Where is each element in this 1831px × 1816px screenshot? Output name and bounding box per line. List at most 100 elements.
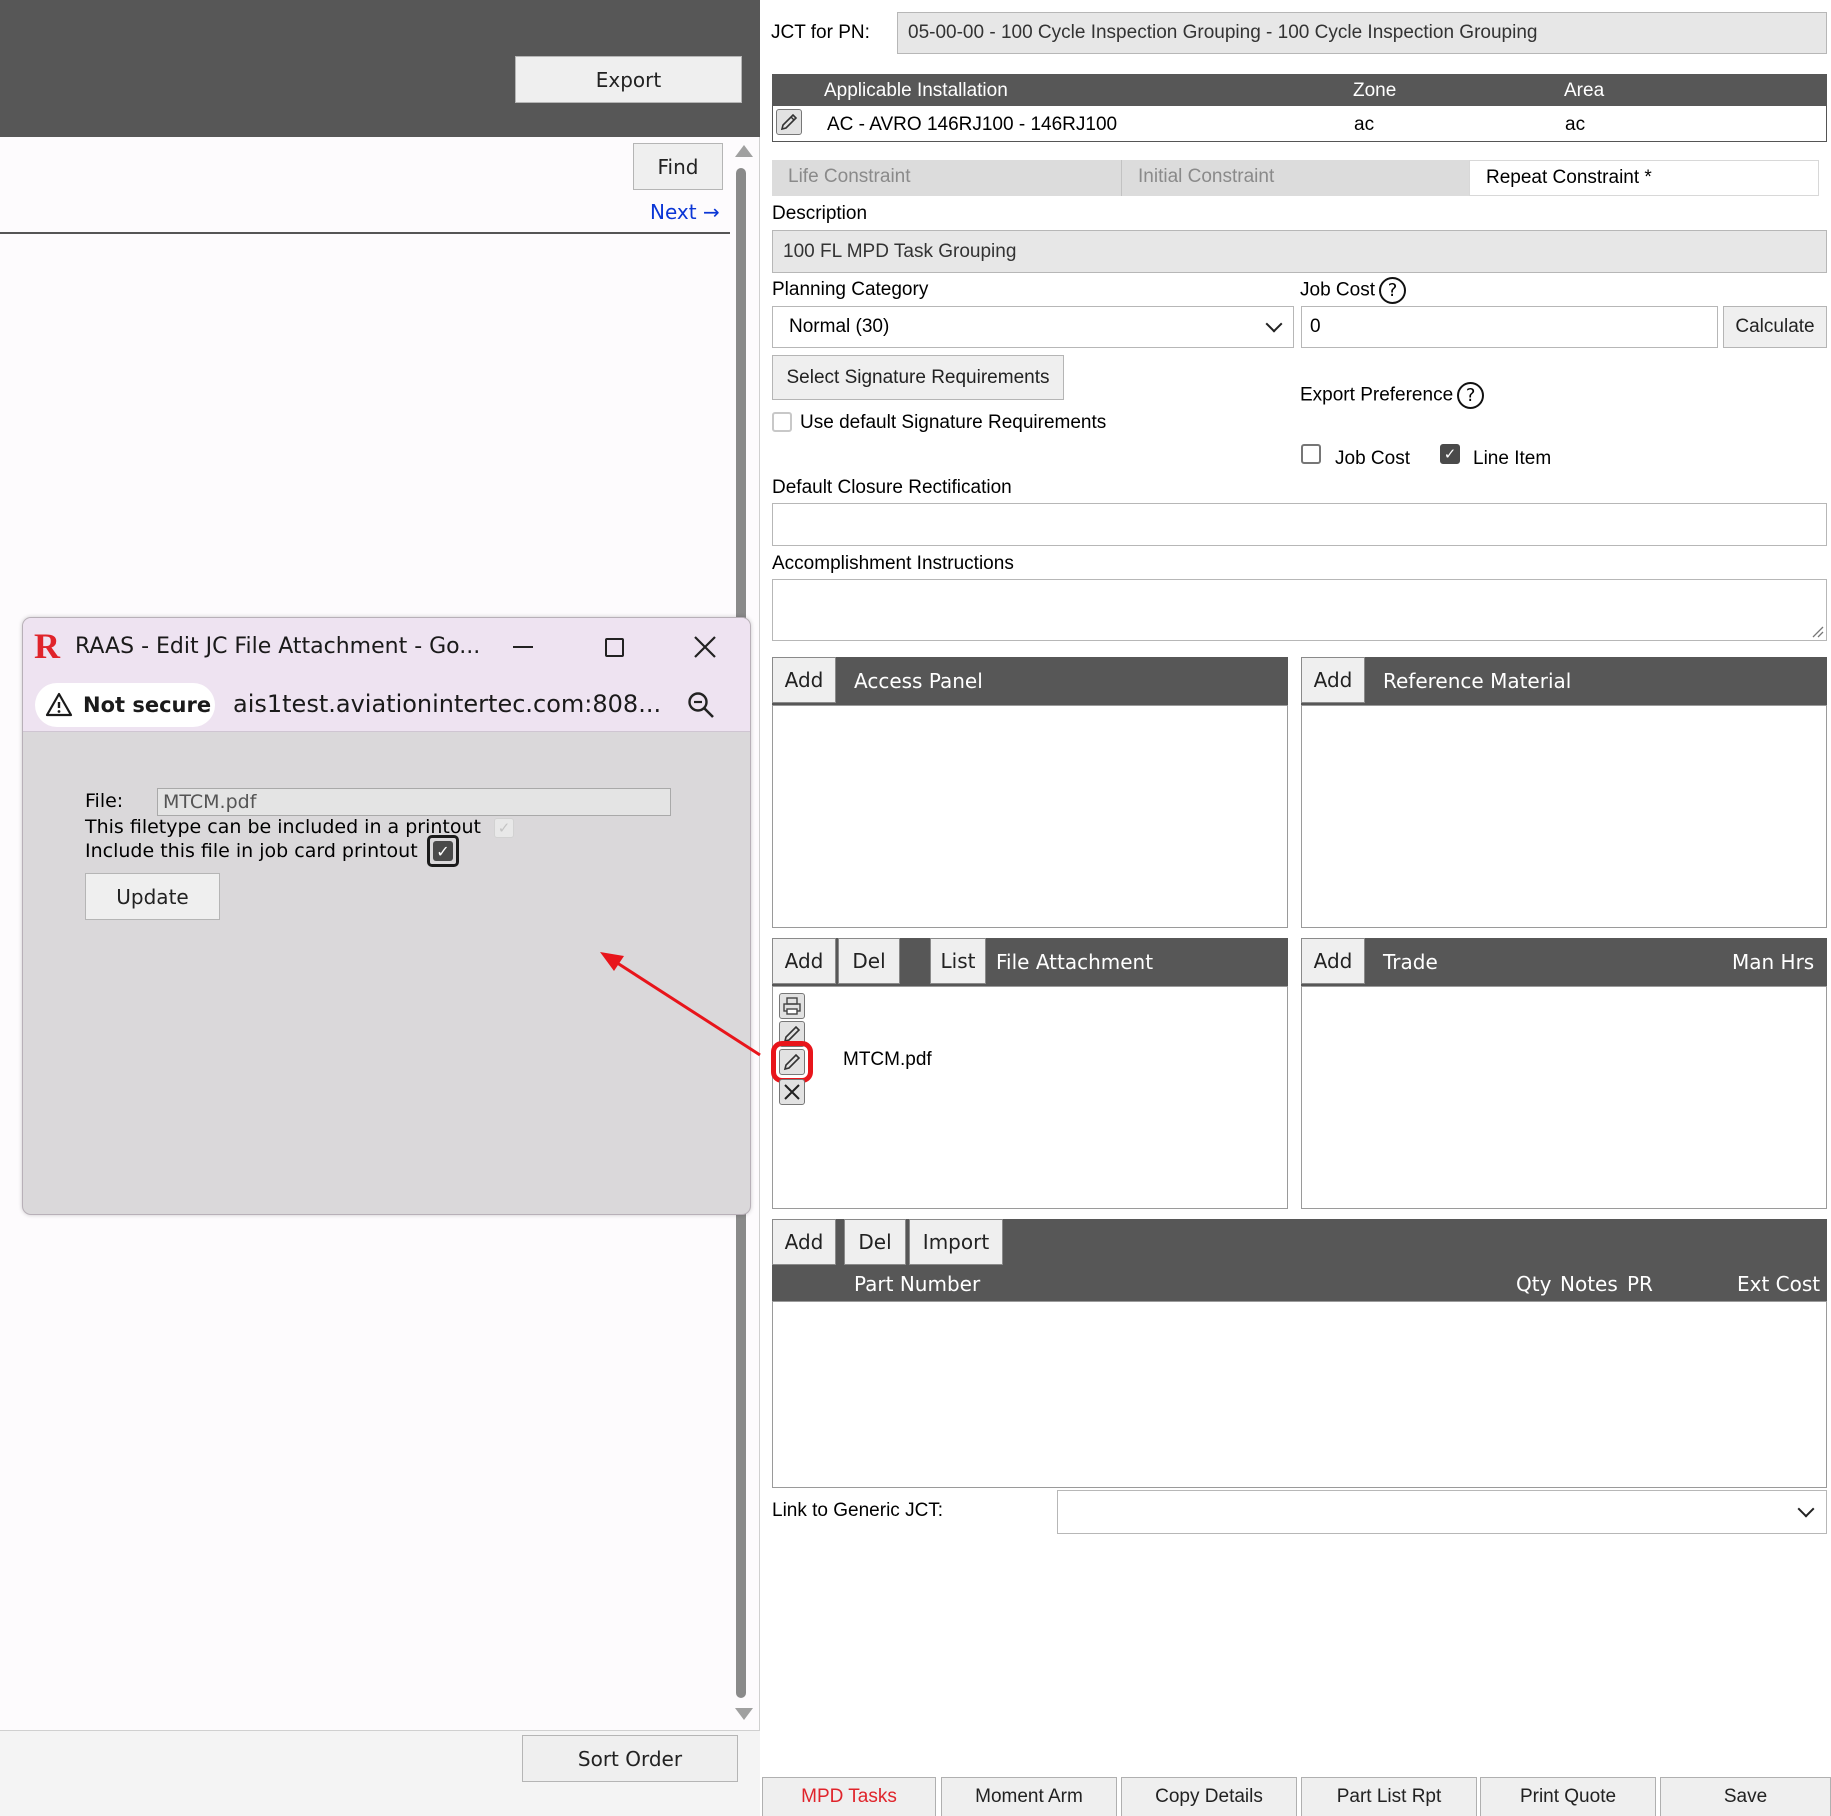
export-button[interactable]: Export [515,56,742,103]
description-label: Description [772,203,868,224]
include-in-printout-checkbox[interactable]: ✓ [427,835,459,867]
job-cost-label: Job Cost [1300,279,1375,301]
file-attachment-del-button[interactable]: Del [838,938,900,984]
edit-pencil-icon[interactable] [779,1021,805,1047]
link-generic-jct-label: Link to Generic JCT: [772,1500,944,1521]
col-area: Area [1564,80,1605,101]
printable-label: This filetype can be included in a print… [85,816,481,838]
edit-attachment-pencil-icon[interactable] [771,1041,813,1083]
planning-category-label: Planning Category [772,279,929,300]
file-attachment-list: MTCM.pdf [771,986,1288,1209]
installation-row[interactable]: AC - AVRO 146RJ100 - 146RJ100 ac ac [772,106,1827,142]
zoom-icon[interactable] [686,690,716,720]
not-secure-label: Not secure [83,693,212,717]
close-icon [694,636,716,658]
update-button[interactable]: Update [85,873,220,920]
col-applicable-installation: Applicable Installation [824,80,1008,101]
export-job-cost-label: Job Cost [1335,448,1410,469]
resize-grip-icon[interactable] [1810,624,1824,638]
sort-order-button[interactable]: Sort Order [522,1735,738,1782]
parts-import-button[interactable]: Import [909,1219,1003,1265]
popup-address-bar: Not secure ais1test.aviationintertec.com… [23,676,750,732]
minimize-button[interactable] [505,630,541,664]
tab-moment-arm[interactable]: Moment Arm [941,1777,1117,1816]
tab-repeat-constraint[interactable]: Repeat Constraint * [1469,160,1819,196]
tab-part-list-rpt[interactable]: Part List Rpt [1301,1777,1477,1816]
export-job-cost-checkbox[interactable] [1301,444,1321,464]
tab-mpd-tasks[interactable]: MPD Tasks [762,1777,936,1816]
link-generic-jct-select[interactable] [1057,1490,1827,1534]
jct-field[interactable]: 05-00-00 - 100 Cycle Inspection Grouping… [897,12,1827,54]
col-pr: PR [1627,1272,1653,1296]
next-link[interactable]: Next → [650,200,720,224]
annotation-arrow-icon [600,952,761,1057]
maximize-button[interactable] [596,630,632,664]
delete-x-icon[interactable] [779,1079,805,1105]
checkmark-icon: ✓ [433,841,453,861]
close-button[interactable] [687,630,723,664]
print-icon[interactable] [779,993,805,1019]
default-signature-label: Use default Signature Requirements [800,412,1107,433]
planning-category-select[interactable]: Normal (30) [772,306,1294,348]
file-attachment-title: File Attachment [996,950,1154,974]
scroll-up-arrow-icon[interactable] [735,145,753,157]
planning-category-value: Normal (30) [789,316,890,337]
popup-title-bar[interactable]: R RAAS - Edit JC File Attachment - Go... [23,618,750,676]
tab-life-constraint[interactable]: Life Constraint [772,160,1121,196]
closure-rectification-label: Default Closure Rectification [772,477,1012,498]
tab-initial-constraint[interactable]: Initial Constraint [1121,160,1469,196]
job-cost-input[interactable]: 0 [1301,306,1718,348]
access-panel-title: Access Panel [854,669,983,693]
attachment-file-name[interactable]: MTCM.pdf [843,1049,932,1071]
trade-list [1301,986,1827,1209]
job-cost-label-wrap: Job Cost? [1300,277,1406,304]
access-panel-add-button[interactable]: Add [772,657,836,703]
col-qty: Qty [1516,1272,1552,1296]
tab-save[interactable]: Save [1660,1777,1831,1816]
reference-material-add-button[interactable]: Add [1301,657,1365,703]
edit-pencil-icon[interactable] [776,109,802,135]
man-hrs-title: Man Hrs [1732,950,1815,974]
file-attachment-add-button[interactable]: Add [772,938,836,984]
parts-list [772,1301,1827,1488]
popup-title: RAAS - Edit JC File Attachment - Go... [75,634,481,659]
tab-copy-details[interactable]: Copy Details [1121,1777,1297,1816]
access-panel-header: Add Access Panel [772,657,1288,705]
parts-del-button[interactable]: Del [844,1219,906,1265]
scroll-down-arrow-icon[interactable] [735,1708,753,1720]
closure-rectification-input[interactable] [772,503,1827,546]
tab-print-quote[interactable]: Print Quote [1480,1777,1656,1816]
select-signature-requirements-button[interactable]: Select Signature Requirements [772,355,1064,400]
col-ext-cost: Ext Cost [1737,1272,1821,1296]
find-button[interactable]: Find [633,143,723,190]
reference-material-header: Add Reference Material [1301,657,1827,705]
parts-header: Add Del Import Part Number Qty Notes PR … [772,1219,1827,1301]
export-line-item-checkbox[interactable]: ✓ [1440,444,1460,464]
export-preference-help-icon[interactable]: ? [1457,382,1485,409]
accomplishment-instructions-textarea[interactable] [772,579,1827,641]
left-divider [0,232,730,234]
export-preference-label: Export Preference [1300,384,1454,406]
description-field[interactable]: 100 FL MPD Task Grouping [772,230,1827,273]
export-preference-label-wrap: Export Preference? [1300,382,1485,409]
parts-add-button[interactable]: Add [772,1219,836,1265]
raas-logo: R [34,626,60,666]
printable-checkbox: ✓ [494,818,514,838]
file-input[interactable]: MTCM.pdf [157,788,671,816]
file-label: File: [85,790,124,812]
default-signature-checkbox[interactable] [772,412,792,432]
file-attachment-header: Add Del List File Attachment [772,938,1288,986]
col-part-number: Part Number [854,1272,981,1296]
installation-name: AC - AVRO 146RJ100 - 146RJ100 [827,114,1118,135]
file-attachment-list-button[interactable]: List [930,938,986,984]
chevron-down-icon [1265,315,1283,333]
installation-area: ac [1565,114,1586,135]
not-secure-badge[interactable]: Not secure [35,683,215,727]
popup-url[interactable]: ais1test.aviationintertec.com:808... [233,690,661,718]
trade-add-button[interactable]: Add [1301,938,1365,984]
reference-material-list [1301,705,1827,928]
calculate-button[interactable]: Calculate [1723,306,1827,348]
trade-header: Add Trade Man Hrs [1301,938,1827,986]
chevron-down-icon [1797,1500,1815,1518]
job-cost-help-icon[interactable]: ? [1378,277,1406,304]
